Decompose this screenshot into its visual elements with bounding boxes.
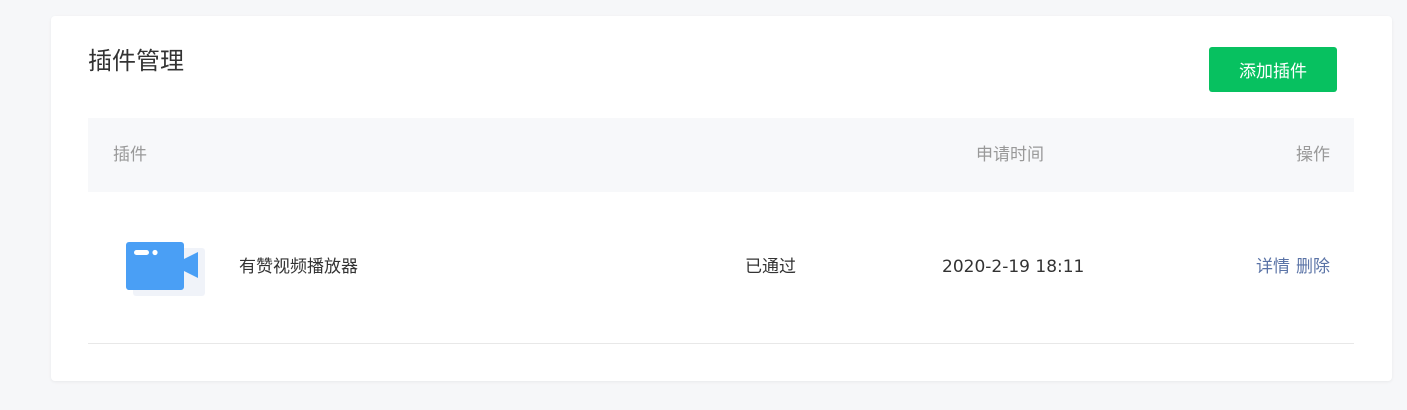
details-link[interactable]: 详情 (1256, 257, 1290, 277)
plugin-name: 有赞视频播放器 (239, 257, 358, 277)
status-text: 已通过 (745, 257, 796, 277)
plugin-management-card: 插件管理 添加插件 插件 申请时间 操作 有赞视频播放器 已通过 2020-2-… (51, 16, 1392, 381)
row-actions: 详情 删除 (1256, 192, 1330, 343)
video-camera-icon (126, 242, 205, 296)
table-row: 有赞视频播放器 已通过 2020-2-19 18:11 详情 删除 (88, 192, 1354, 344)
apply-time: 2020-2-19 18:11 (942, 257, 1085, 277)
column-header-plugin: 插件 (113, 145, 147, 165)
page-title: 插件管理 (88, 47, 184, 75)
delete-link[interactable]: 删除 (1296, 257, 1330, 277)
column-header-actions: 操作 (1296, 145, 1330, 165)
column-header-apply-time: 申请时间 (976, 145, 1044, 165)
add-plugin-button[interactable]: 添加插件 (1209, 47, 1337, 92)
table-header: 插件 申请时间 操作 (88, 118, 1354, 192)
